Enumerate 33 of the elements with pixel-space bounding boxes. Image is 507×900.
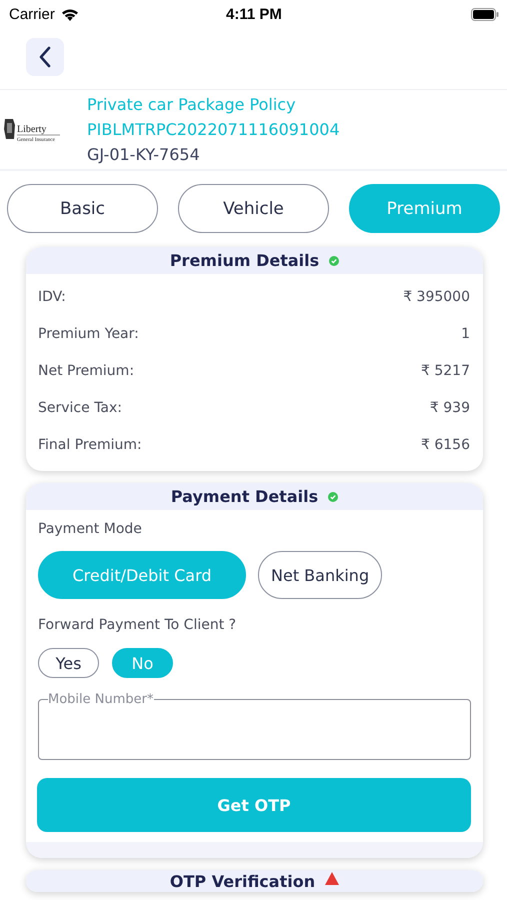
back-button[interactable] — [26, 38, 64, 76]
mobile-number-field[interactable]: Mobile Number* — [38, 692, 471, 760]
detail-value: ₹ 6156 — [421, 436, 470, 452]
policy-number: PIBLMTRPC2022071116091004 — [87, 119, 340, 141]
wifi-icon — [60, 8, 79, 20]
carrier-label: Carrier — [9, 6, 55, 22]
card-title: Payment Details — [170, 487, 318, 506]
detail-label: Final Premium: — [38, 436, 142, 452]
clock-time: 4:11 PM — [225, 6, 283, 22]
tab[interactable]: Vehicle — [178, 184, 329, 233]
field-label: Payment Mode — [38, 521, 143, 539]
detail-label: IDV: — [38, 288, 66, 304]
card-title: Premium Details — [170, 251, 320, 270]
detail-value: ₹ 395000 — [403, 288, 470, 304]
detail-label: Service Tax: — [38, 400, 122, 416]
detail-label: Premium Year: — [38, 326, 139, 342]
forward-option[interactable]: No — [112, 648, 173, 678]
field-label: Forward Payment To Client ? — [38, 617, 238, 635]
back-icon — [39, 46, 51, 68]
policy-title: Private car Package Policy — [87, 94, 297, 116]
tab[interactable]: Basic — [7, 184, 158, 233]
get-otp-button[interactable]: Get OTP — [37, 778, 471, 832]
detail-value: ₹ 939 — [430, 400, 470, 416]
detail-value: ₹ 5217 — [421, 362, 470, 378]
card-title: OTP Verification — [170, 872, 316, 891]
registration-number: GJ-01-KY-7654 — [87, 144, 201, 166]
payment-mode-option[interactable]: Credit/Debit Card — [38, 551, 246, 599]
payment-mode-option[interactable]: Net Banking — [258, 551, 382, 599]
detail-value: 1 — [461, 326, 470, 342]
battery-icon — [470, 8, 499, 20]
detail-label: Net Premium: — [38, 362, 134, 378]
forward-option[interactable]: Yes — [38, 648, 99, 678]
tab[interactable]: Premium — [349, 184, 500, 233]
